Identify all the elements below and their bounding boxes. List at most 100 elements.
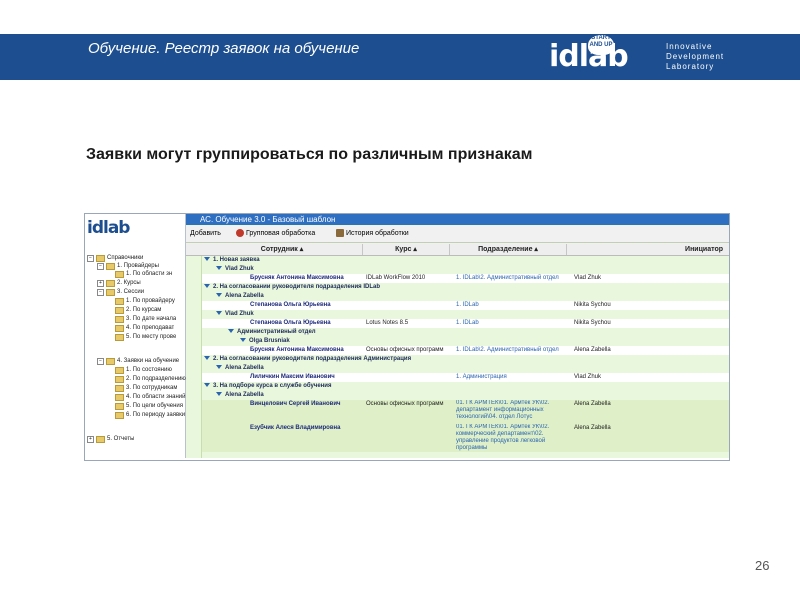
- group-toggle-icon[interactable]: [216, 266, 222, 271]
- app-logo: idlab: [87, 218, 183, 244]
- tree-item[interactable]: − 3. Сессии: [97, 288, 144, 296]
- expand-icon[interactable]: +: [87, 435, 94, 443]
- folder-icon: [106, 357, 115, 365]
- group-row[interactable]: 3. На подборе курса в службе обучения: [202, 382, 729, 391]
- cell-employee: Лиличкин Максим Иванович: [250, 374, 335, 380]
- tree-item-label: 1. По провайдеру: [126, 298, 175, 304]
- tree-item[interactable]: 3. По сотрудникам: [115, 384, 177, 392]
- table-row[interactable]: Езубчик Алеся Владимировна 01. ГК АРМТЕК\…: [202, 424, 729, 452]
- group-row[interactable]: 2. На согласовании руководителя подразде…: [202, 355, 729, 364]
- expand-icon[interactable]: +: [97, 279, 104, 287]
- column-header-department[interactable]: Подразделение ▴: [450, 244, 567, 255]
- tree-item[interactable]: 1. По состоянию: [115, 366, 172, 374]
- cell-employee: Брусняк Антонина Максимовна: [250, 347, 344, 353]
- table-row[interactable]: Брусняк Антонина Максимовна Основы офисны…: [202, 346, 729, 355]
- tree-item-label: 6. По периоду заявки: [126, 412, 186, 418]
- tree-item-label: 1. По области зн: [126, 271, 173, 277]
- folder-icon: [106, 288, 115, 296]
- tree-item-label: 5. Отчеты: [107, 436, 135, 442]
- group-toggle-icon[interactable]: [216, 392, 222, 397]
- tree-item[interactable]: 6. По периоду заявки: [115, 411, 185, 419]
- add-button[interactable]: Добавить: [190, 226, 221, 242]
- logo-tagline: Innovative Development Laboratory: [666, 42, 724, 72]
- group-row[interactable]: Alena Zabella: [202, 292, 729, 301]
- group-toggle-icon[interactable]: [216, 311, 222, 316]
- group-label: Alena Zabella: [225, 392, 264, 398]
- group-toggle-icon[interactable]: [228, 329, 234, 334]
- tree-item[interactable]: 4. По преподават: [115, 324, 174, 332]
- table-row[interactable]: Брусняк Антонина Максимовна IDLab WorkFlo…: [202, 274, 729, 283]
- group-row[interactable]: Olga Brusniak: [202, 337, 729, 346]
- window-title: АС. Обучение 3.0 - Базовый шаблон: [200, 215, 336, 224]
- cell-initiator: Alena Zabella: [574, 347, 611, 353]
- tree-item[interactable]: 5. По месту прове: [115, 333, 176, 341]
- cell-initiator: Alena Zabella: [574, 401, 611, 407]
- group-toggle-icon[interactable]: [240, 338, 246, 343]
- column-header-course[interactable]: Курс ▴: [363, 244, 450, 255]
- folder-icon: [115, 384, 124, 392]
- tree-item-label: 1. Провайдеры: [117, 263, 159, 269]
- table-row[interactable]: Степанова Ольга Юрьевна Lotus Notes 8.5 1.…: [202, 319, 729, 328]
- grid-header: Сотрудник ▴ Курс ▴ Подразделение ▴ Иници…: [186, 244, 729, 256]
- table-row[interactable]: Степанова Ольга Юрьевна 1. IDLab Nikita Sy…: [202, 301, 729, 310]
- tree-item[interactable]: +5. Отчеты: [87, 435, 134, 443]
- group-row[interactable]: Alena Zabella: [202, 391, 729, 400]
- folder-icon: [115, 411, 124, 419]
- tree-item[interactable]: − 1. Провайдеры: [97, 262, 159, 270]
- folder-icon: [96, 435, 105, 443]
- group-toggle-icon[interactable]: [216, 365, 222, 370]
- tree-item[interactable]: 4. По области знаний: [115, 393, 186, 401]
- tree-item[interactable]: 2. По подразделению: [115, 375, 186, 383]
- group-processing-icon: [236, 229, 244, 238]
- group-toggle-icon[interactable]: [204, 356, 210, 361]
- folder-icon: [96, 254, 105, 262]
- group-label: 2. На согласовании руководителя подразде…: [213, 356, 412, 362]
- collapse-icon[interactable]: −: [97, 357, 104, 365]
- cell-employee: Брусняк Антонина Максимовна: [250, 275, 344, 281]
- group-toggle-icon[interactable]: [216, 293, 222, 298]
- tree-item-label: 5. По цели обучения: [126, 403, 184, 409]
- group-row[interactable]: Alena Zabella: [202, 364, 729, 373]
- folder-icon: [115, 270, 124, 278]
- logo-tagline-line: Innovative: [666, 42, 713, 51]
- folder-icon: [106, 262, 115, 270]
- group-row[interactable]: 1. Новая заявка: [202, 256, 729, 265]
- tree-item-label: Справочники: [107, 255, 144, 261]
- column-header-employee[interactable]: Сотрудник ▴: [202, 244, 363, 255]
- group-toggle-icon[interactable]: [204, 383, 210, 388]
- cell-initiator: Vlad Zhuk: [574, 275, 602, 281]
- cell-initiator: Nikita Sychou: [574, 302, 611, 308]
- column-header-label: Подразделение: [478, 246, 533, 253]
- history-button[interactable]: История обработки: [336, 226, 409, 242]
- tree-item[interactable]: +2. Курсы: [97, 279, 141, 287]
- group-row[interactable]: 2. На согласовании руководителя подразде…: [202, 283, 729, 292]
- group-toggle-icon[interactable]: [204, 257, 210, 262]
- table-row[interactable]: Лиличкин Максим Иванович 1. Администрация…: [202, 373, 729, 382]
- group-processing-button[interactable]: Групповая обработка: [236, 226, 315, 242]
- tree-item[interactable]: − Справочники: [87, 254, 143, 262]
- toolbar: Добавить Групповая обработка История обр…: [186, 226, 729, 243]
- group-row[interactable]: Административный отдел: [202, 328, 729, 337]
- column-header-initiator[interactable]: Инициатор: [567, 244, 729, 255]
- tree-item[interactable]: 1. По провайдеру: [115, 297, 175, 305]
- data-grid: 1. Новая заявка Vlad Zhuk Брусняк Антонина…: [202, 256, 729, 458]
- collapse-icon[interactable]: −: [87, 254, 94, 262]
- table-row[interactable]: Винцелович Сергей Иванович Основы офисных…: [202, 400, 729, 424]
- cell-employee: Степанова Ольга Юрьевна: [250, 320, 331, 326]
- group-toggle-icon[interactable]: [204, 284, 210, 289]
- collapse-icon[interactable]: −: [97, 262, 104, 270]
- collapse-icon[interactable]: −: [97, 288, 104, 296]
- group-row[interactable]: Vlad Zhuk: [202, 310, 729, 319]
- folder-icon: [115, 297, 124, 305]
- group-row[interactable]: Vlad Zhuk: [202, 265, 729, 274]
- tree-item[interactable]: 3. По дате начала: [115, 315, 176, 323]
- cell-department: 1. Администрация: [456, 374, 507, 380]
- tree-item[interactable]: 5. По цели обучения: [115, 402, 183, 410]
- tree-item[interactable]: 1. По области зн: [115, 270, 172, 278]
- app-screenshot: idlab − Справочники −1. Провайдеры 1. По об…: [84, 213, 730, 461]
- tree-item[interactable]: 2. По курсам: [115, 306, 161, 314]
- tree-item[interactable]: − 4. Заявки на обучение: [97, 357, 179, 365]
- tree-item-label: 4. Заявки на обучение: [117, 358, 180, 364]
- window-titlebar: АС. Обучение 3.0 - Базовый шаблон: [186, 214, 729, 225]
- folder-icon: [115, 366, 124, 374]
